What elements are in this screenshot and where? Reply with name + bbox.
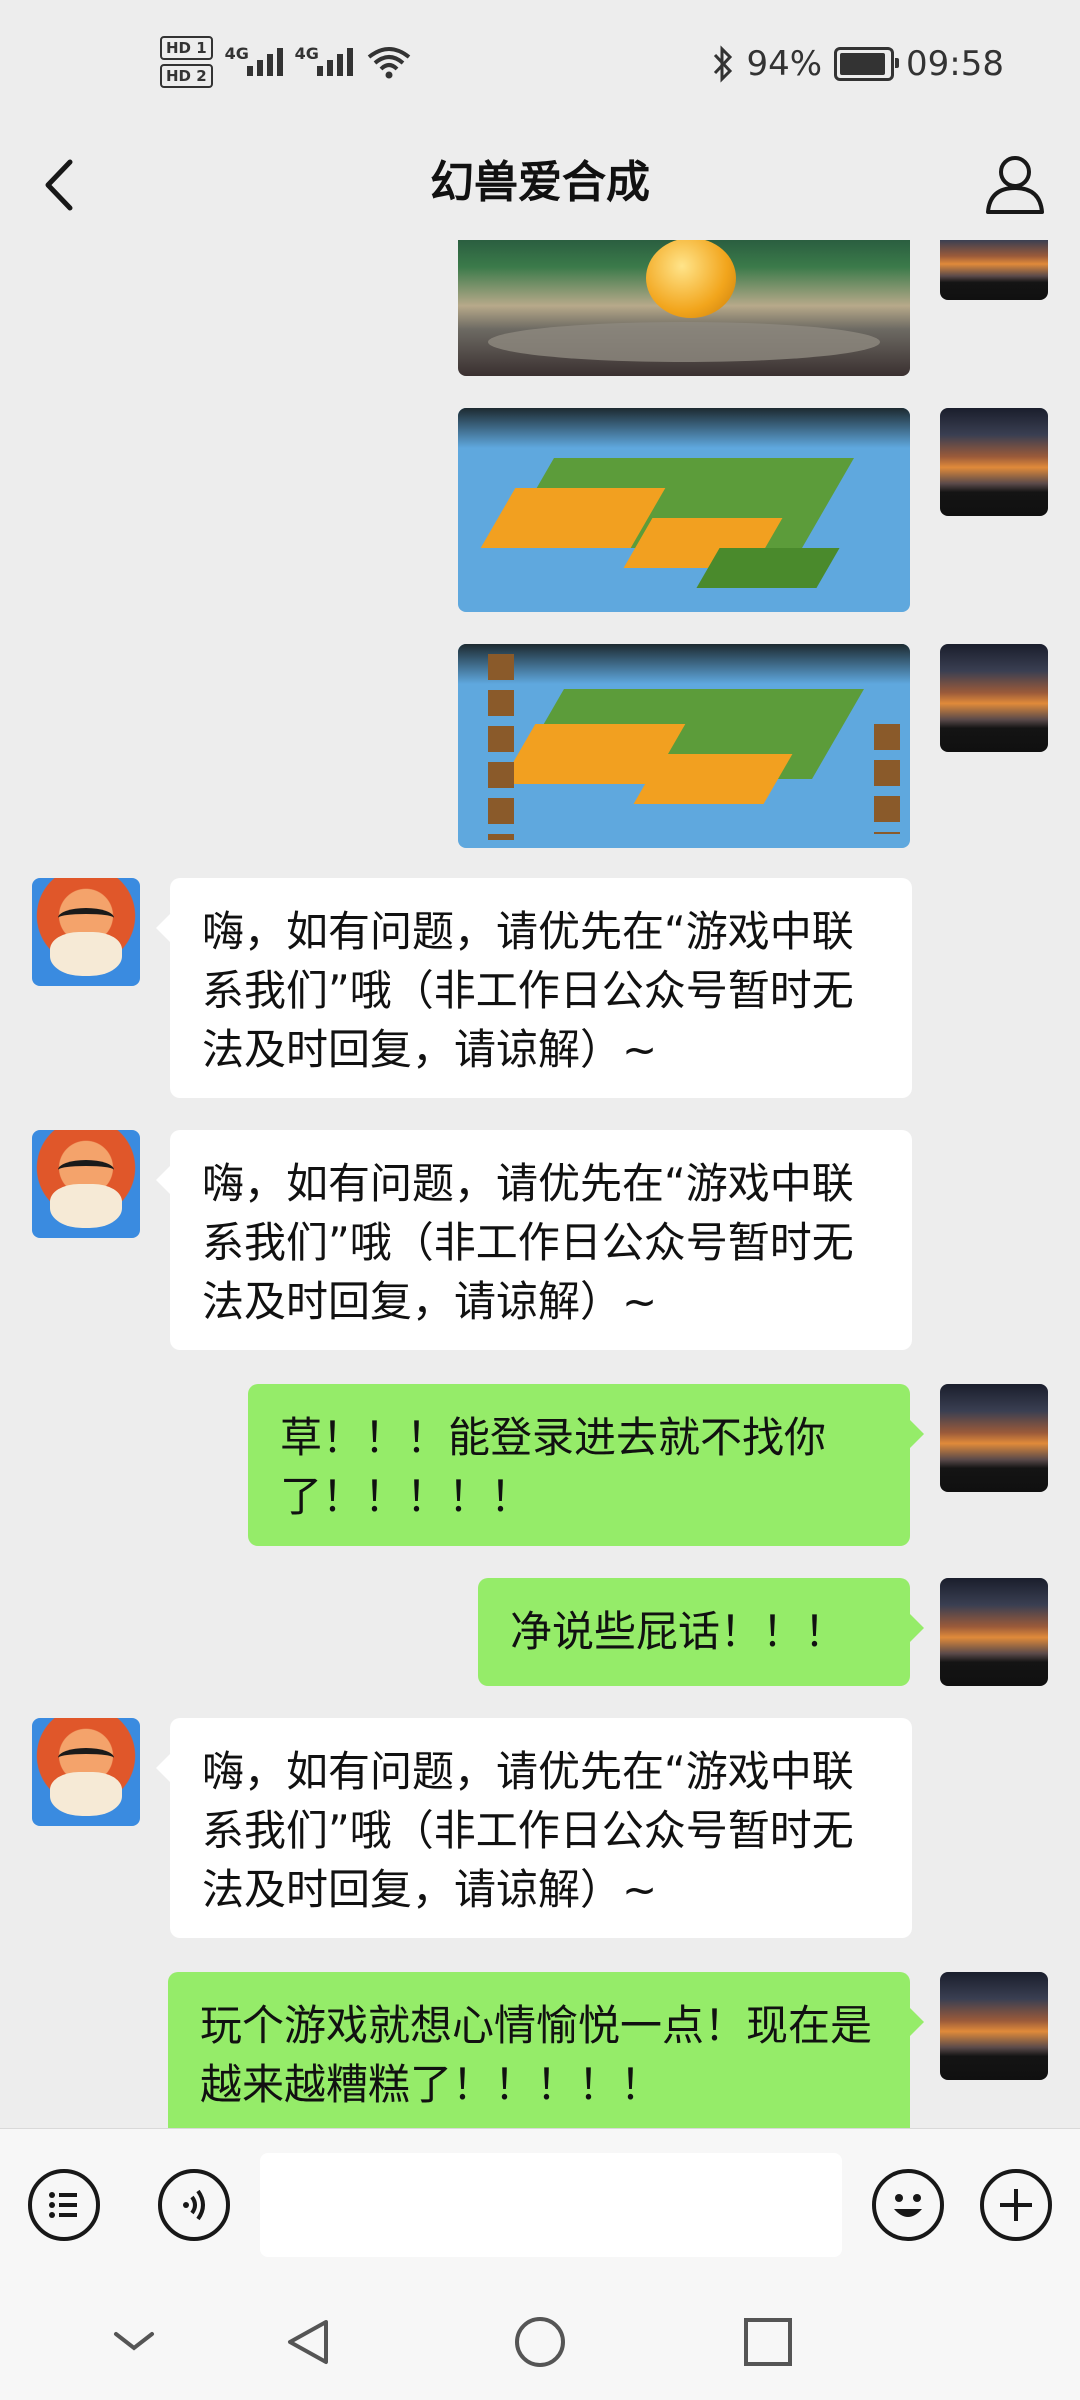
- official-account-avatar[interactable]: [32, 1130, 140, 1238]
- plus-icon[interactable]: [980, 2169, 1052, 2241]
- received-message-bubble[interactable]: 嗨，如有问题，请优先在“游戏中联系我们”哦（非工作日公众号暂时无法及时回复，请谅…: [156, 878, 912, 1098]
- message-row: 草！！！能登录进去就不找你了！！！！！: [0, 1384, 1080, 1546]
- bluetooth-icon: [714, 45, 733, 83]
- system-navigation-bar: [0, 2280, 1080, 2400]
- chevron-down-icon[interactable]: [108, 2320, 160, 2360]
- battery-level-fill: [840, 53, 886, 75]
- status-left: HD 1 HD 2 4G 4G: [160, 36, 411, 88]
- net2-label: 4G: [294, 44, 319, 63]
- message-list[interactable]: 嗨，如有问题，请优先在“游戏中联系我们”哦（非工作日公众号暂时无法及时回复，请谅…: [0, 240, 1080, 2128]
- clock: 09:58: [906, 44, 1004, 84]
- back-triangle-icon[interactable]: [280, 2314, 336, 2370]
- input-bar: [0, 2128, 1080, 2281]
- profile-icon[interactable]: [980, 148, 1050, 218]
- signal-1-icon: 4G: [225, 44, 283, 76]
- message-row: 嗨，如有问题，请优先在“游戏中联系我们”哦（非工作日公众号暂时无法及时回复，请谅…: [0, 1718, 1080, 1938]
- message-row: 嗨，如有问题，请优先在“游戏中联系我们”哦（非工作日公众号暂时无法及时回复，请谅…: [0, 1130, 1080, 1350]
- hd2-badge: HD 2: [160, 64, 213, 88]
- image-message-farm-ui[interactable]: [458, 644, 910, 848]
- hd-indicator: HD 1 HD 2: [160, 36, 213, 88]
- egg-illustration: [646, 240, 736, 318]
- message-row: [0, 644, 1080, 848]
- my-avatar[interactable]: [940, 240, 1048, 300]
- hd1-badge: HD 1: [160, 36, 213, 60]
- signal-2-icon: 4G: [295, 44, 353, 76]
- my-avatar[interactable]: [940, 408, 1048, 516]
- battery-percent: 94%: [746, 44, 823, 84]
- sent-message-bubble[interactable]: 草！！！能登录进去就不找你了！！！！！: [248, 1384, 924, 1546]
- image-message-farm[interactable]: [458, 408, 910, 612]
- sent-message-bubble[interactable]: 玩个游戏就想心情愉悦一点！现在是越来越糟糕了！！！！！: [168, 1972, 924, 2128]
- recents-square-icon[interactable]: [742, 2316, 794, 2368]
- my-avatar[interactable]: [940, 1384, 1048, 1492]
- status-bar: HD 1 HD 2 4G 4G 94% 09:58: [0, 0, 1080, 130]
- my-avatar[interactable]: [940, 644, 1048, 752]
- message-row: [0, 240, 1080, 376]
- chat-header: 幻兽爱合成: [0, 130, 1080, 240]
- image-message-game-scene[interactable]: [458, 240, 910, 376]
- chat-title: 幻兽爱合成: [430, 157, 650, 208]
- official-account-avatar[interactable]: [32, 878, 140, 986]
- message-row: 嗨，如有问题，请优先在“游戏中联系我们”哦（非工作日公众号暂时无法及时回复，请谅…: [0, 878, 1080, 1098]
- voice-icon[interactable]: [158, 2169, 230, 2241]
- my-avatar[interactable]: [940, 1972, 1048, 2080]
- wifi-icon: [367, 47, 410, 79]
- message-row: 玩个游戏就想心情愉悦一点！现在是越来越糟糕了！！！！！: [0, 1972, 1080, 2128]
- net1-label: 4G: [224, 44, 249, 63]
- status-right: 94% 09:58: [712, 44, 1004, 84]
- official-account-avatar[interactable]: [32, 1718, 140, 1826]
- emoji-icon[interactable]: [872, 2169, 944, 2241]
- my-avatar[interactable]: [940, 1578, 1048, 1686]
- message-row: 净说些屁话！！！: [0, 1578, 1080, 1686]
- sent-message-bubble[interactable]: 净说些屁话！！！: [478, 1578, 924, 1686]
- home-circle-icon[interactable]: [512, 2314, 568, 2370]
- received-message-bubble[interactable]: 嗨，如有问题，请优先在“游戏中联系我们”哦（非工作日公众号暂时无法及时回复，请谅…: [156, 1718, 912, 1938]
- list-menu-icon[interactable]: [28, 2169, 100, 2241]
- received-message-bubble[interactable]: 嗨，如有问题，请优先在“游戏中联系我们”哦（非工作日公众号暂时无法及时回复，请谅…: [156, 1130, 912, 1350]
- message-row: [0, 408, 1080, 612]
- message-input[interactable]: [260, 2153, 842, 2257]
- battery-icon: [834, 47, 900, 81]
